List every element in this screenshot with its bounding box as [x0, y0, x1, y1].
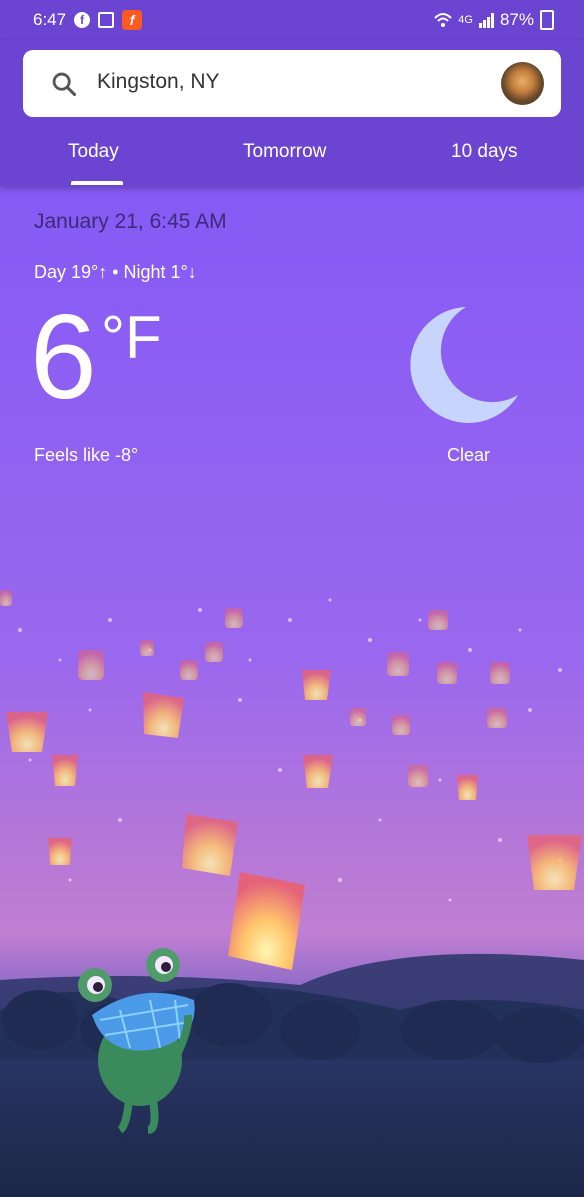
weather-condition: Clear	[447, 445, 491, 465]
search-icon[interactable]	[50, 70, 78, 98]
wifi-icon	[434, 13, 452, 27]
battery-icon	[540, 10, 554, 30]
weather-screen: 6:47 f f 4G 87% Kingston, NY Today Tomor…	[0, 0, 584, 1197]
avatar[interactable]	[501, 62, 544, 105]
temperature-unit: °F	[101, 304, 162, 371]
forecast-tabs: Today Tomorrow 10 days	[0, 135, 584, 186]
app-f-icon: f	[122, 10, 143, 30]
location-text[interactable]: Kingston, NY	[97, 70, 220, 94]
current-temperature: 6	[30, 290, 97, 424]
moon-icon	[410, 307, 518, 423]
calendar-icon	[98, 12, 115, 28]
app-header: Kingston, NY Today Tomorrow 10 days	[0, 40, 584, 186]
tab-today[interactable]: Today	[68, 141, 119, 163]
signal-icon	[478, 12, 494, 28]
current-date-time: January 21, 6:45 AM	[34, 210, 227, 233]
status-bar: 6:47 f f 4G 87%	[0, 0, 584, 40]
facebook-icon: f	[74, 12, 91, 28]
location-search-bar[interactable]: Kingston, NY	[23, 50, 561, 117]
battery-percent: 87%	[499, 10, 534, 29]
status-time: 6:47	[33, 10, 67, 29]
feels-like: Feels like -8°	[34, 445, 139, 465]
network-type: 4G	[458, 14, 473, 26]
tab-10-days[interactable]: 10 days	[451, 141, 518, 163]
selected-tab-indicator	[71, 181, 123, 185]
day-night-temps: Day 19°↑ • Night 1°↓	[34, 262, 197, 282]
lantern-illustration	[0, 590, 584, 1197]
tab-tomorrow[interactable]: Tomorrow	[243, 141, 326, 163]
